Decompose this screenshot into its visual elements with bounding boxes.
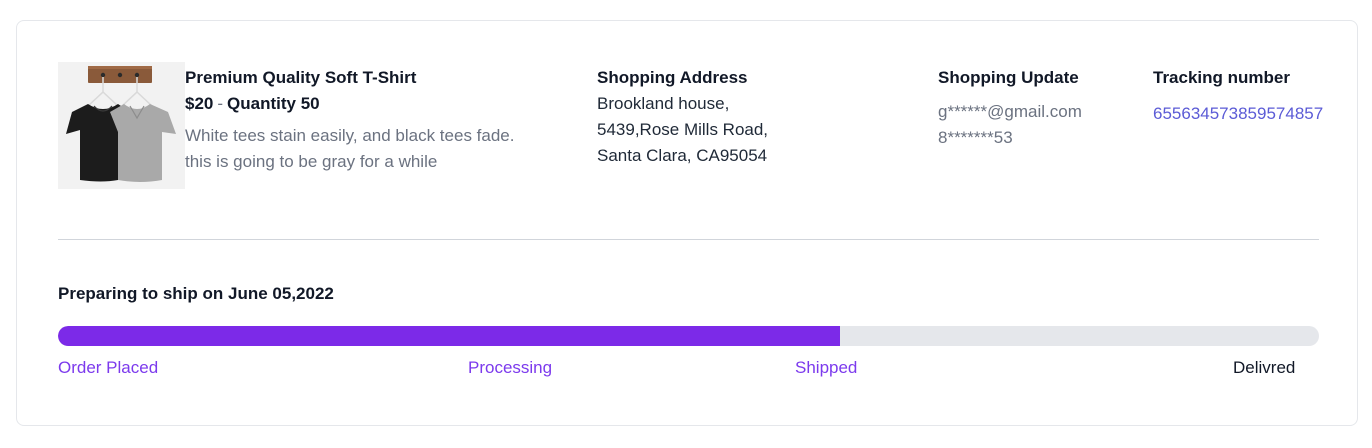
price-quantity-line: $20- Quantity 50: [185, 91, 585, 117]
shipping-address: Shopping Address Brookland house, 5439,R…: [597, 65, 897, 169]
tracking-number-link[interactable]: 655634573859574857: [1153, 101, 1358, 127]
shipment-progress-bar: [58, 326, 1319, 346]
address-line: 5439,Rose Mills Road,: [597, 120, 769, 139]
product-name: Premium Quality Soft T-Shirt: [185, 68, 417, 87]
description-line: White tees stain easily, and black tees …: [185, 126, 515, 145]
order-card: Premium Quality Soft T-Shirt $20- Quantit…: [16, 20, 1358, 426]
update-phone: 8*******53: [938, 128, 1013, 147]
update-contacts: g******@gmail.com 8*******53: [938, 99, 1148, 151]
product-image: [58, 62, 185, 189]
product-description: White tees stain easily, and black tees …: [185, 123, 585, 175]
shopping-update-heading: Shopping Update: [938, 68, 1079, 87]
shipment-progress-fill: [58, 326, 840, 346]
step-shipped: Shipped: [795, 358, 858, 377]
tshirt-photo-icon: [58, 62, 185, 189]
address-line: Brookland house,: [597, 94, 730, 113]
product-details: Premium Quality Soft T-Shirt $20- Quantit…: [185, 65, 585, 175]
address-line: Santa Clara, CA95054: [597, 146, 768, 165]
product-quantity: Quantity 50: [227, 94, 320, 113]
shipping-address-heading: Shopping Address: [597, 68, 748, 87]
tracking-info: Tracking number 655634573859574857: [1153, 65, 1358, 127]
price-separator: -: [217, 94, 224, 113]
update-email: g******@gmail.com: [938, 102, 1082, 121]
step-order-placed: Order Placed: [58, 358, 159, 377]
description-line: this is going to be gray for a while: [185, 152, 438, 171]
shopping-update: Shopping Update g******@gmail.com 8*****…: [938, 65, 1148, 151]
section-divider: [58, 239, 1319, 240]
tracking-heading: Tracking number: [1153, 68, 1290, 87]
shipment-status: Preparing to ship on June 05,2022: [58, 284, 334, 303]
step-delivered: Delivred: [1233, 358, 1296, 377]
step-processing: Processing: [468, 358, 553, 377]
product-price: $20: [185, 94, 214, 113]
